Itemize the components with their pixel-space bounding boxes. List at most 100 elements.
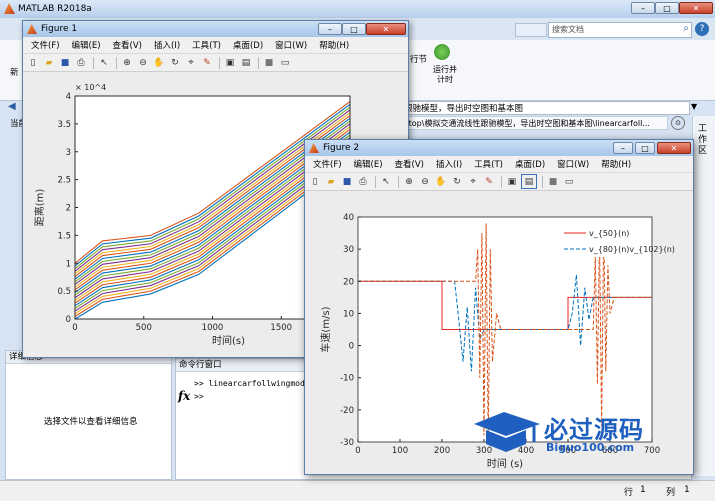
- pan-icon[interactable]: ✋: [434, 175, 448, 188]
- fx-icon[interactable]: fx: [178, 389, 190, 403]
- toolbar-separator: [93, 56, 94, 69]
- data-cursor-icon[interactable]: ⌖: [466, 175, 480, 188]
- figure2-close-button[interactable]: ✕: [657, 142, 691, 154]
- run-and-time-icon[interactable]: [434, 44, 450, 60]
- show-plot-tools-icon[interactable]: ▭: [562, 175, 576, 188]
- figure2-menu-view[interactable]: 查看(V): [389, 158, 430, 170]
- show-plot-tools-icon[interactable]: ▭: [278, 56, 292, 69]
- toolbar-separator: [219, 56, 220, 69]
- ribbon-new-label[interactable]: 新: [10, 66, 19, 78]
- graduation-cap-icon: [474, 412, 540, 452]
- matlab-title: MATLAB R2018a: [18, 4, 92, 14]
- maximize-button[interactable]: □: [655, 2, 679, 14]
- watermark-sub-text: Biguo100.com: [546, 441, 635, 454]
- figure1-menu-window[interactable]: 窗口(W): [269, 39, 313, 51]
- toolbar-separator: [398, 175, 399, 188]
- brush-icon[interactable]: ✎: [200, 56, 214, 69]
- figure1-menu-tools[interactable]: 工具(T): [186, 39, 227, 51]
- zoom-out-icon[interactable]: ⊖: [136, 56, 150, 69]
- help-icon[interactable]: ?: [695, 22, 709, 36]
- x-tick-label: 0: [355, 446, 360, 456]
- y-tick-label: 3: [66, 148, 71, 158]
- figure1-menu-view[interactable]: 查看(V): [107, 39, 148, 51]
- save-icon[interactable]: ■: [340, 175, 354, 188]
- figure1-menu-insert[interactable]: 插入(I): [148, 39, 186, 51]
- figure2-menubar: 文件(F) 编辑(E) 查看(V) 插入(I) 工具(T) 桌面(D) 窗口(W…: [305, 156, 693, 173]
- close-button[interactable]: ✕: [679, 2, 713, 14]
- quick-access-buttons[interactable]: [515, 23, 547, 37]
- y-tick-label: 4: [66, 92, 71, 102]
- run-and-time-button[interactable]: 运行并 计时: [428, 65, 462, 85]
- figure1-minimize-button[interactable]: –: [318, 23, 342, 35]
- zoom-out-icon[interactable]: ⊖: [418, 175, 432, 188]
- open-icon[interactable]: ▰: [324, 175, 338, 188]
- toolbar-separator: [501, 175, 502, 188]
- figure2-title-bar[interactable]: Figure 2 – □ ✕: [305, 140, 693, 156]
- y-tick-label: 40: [343, 213, 354, 223]
- workspace-side-panel[interactable]: 工作区: [692, 116, 715, 476]
- figure1-menu-edit[interactable]: 编辑(E): [66, 39, 107, 51]
- y-tick-label: 2: [66, 204, 71, 214]
- save-icon[interactable]: ■: [58, 56, 72, 69]
- address-dropdown-icon[interactable]: ▼: [691, 102, 697, 111]
- watermark: 必过源码 Biguo100.com: [470, 408, 670, 460]
- new-figure-icon[interactable]: ▯: [26, 56, 40, 69]
- search-box[interactable]: 搜索文档 ⌕: [548, 22, 692, 38]
- figure2-menu-file[interactable]: 文件(F): [307, 158, 348, 170]
- figure1-menu-file[interactable]: 文件(F): [25, 39, 66, 51]
- legend-label-1: v_{80}(n)v_{102}(n): [589, 245, 675, 254]
- zoom-in-icon[interactable]: ⊕: [402, 175, 416, 188]
- path-bar[interactable]: ktop\模拟交通流线性跟驰模型，导出时空图和基本图\linearcarfoll…: [400, 116, 668, 130]
- rotate-icon[interactable]: ↻: [450, 175, 464, 188]
- figure1-menu-help[interactable]: 帮助(H): [313, 39, 355, 51]
- command-prompt[interactable]: >>: [194, 392, 204, 401]
- brush-icon[interactable]: ✎: [482, 175, 496, 188]
- figure1-maximize-button[interactable]: □: [342, 23, 366, 35]
- nav-back-icon[interactable]: ◀: [8, 101, 16, 112]
- figure2-menu-tools[interactable]: 工具(T): [468, 158, 509, 170]
- address-bar-text: 跟驰模型，导出时空图和基本图: [404, 104, 524, 114]
- open-icon[interactable]: ▰: [42, 56, 56, 69]
- insert-colorbar-icon[interactable]: ▤: [521, 174, 537, 189]
- matlab-title-bar: MATLAB R2018a: [0, 0, 715, 18]
- edit-plot-icon[interactable]: ↖: [97, 56, 111, 69]
- minimize-button[interactable]: –: [631, 2, 655, 14]
- toolbar-separator: [258, 56, 259, 69]
- print-icon[interactable]: ⎙: [74, 56, 88, 69]
- figure2-menu-insert[interactable]: 插入(I): [430, 158, 468, 170]
- search-input[interactable]: 搜索文档: [552, 24, 584, 35]
- figure2-menu-help[interactable]: 帮助(H): [595, 158, 637, 170]
- x-axis-label: 时间(s): [212, 334, 245, 347]
- rotate-icon[interactable]: ↻: [168, 56, 182, 69]
- figure2-menu-edit[interactable]: 编辑(E): [348, 158, 389, 170]
- figure2-menu-window[interactable]: 窗口(W): [551, 158, 595, 170]
- workspace-side-label[interactable]: 工作区: [698, 124, 708, 157]
- data-cursor-icon[interactable]: ⌖: [184, 56, 198, 69]
- figure2-minimize-button[interactable]: –: [613, 142, 633, 154]
- link-plot-icon[interactable]: ▣: [223, 56, 237, 69]
- toolbar-separator: [542, 175, 543, 188]
- status-col-value: 1: [684, 485, 690, 495]
- figure2-maximize-button[interactable]: □: [635, 142, 655, 154]
- edit-plot-icon[interactable]: ↖: [379, 175, 393, 188]
- y-tick-label: 1: [66, 259, 71, 269]
- path-bar-text: ktop\模拟交通流线性跟驰模型，导出时空图和基本图\linearcarfoll…: [404, 119, 650, 128]
- figure1-title-bar[interactable]: Figure 1 – □ ✕: [23, 21, 408, 37]
- print-icon[interactable]: ⎙: [356, 175, 370, 188]
- figure2-menu-desktop[interactable]: 桌面(D): [509, 158, 551, 170]
- path-search-icon[interactable]: ⊙: [671, 116, 685, 130]
- figure1-menu-desktop[interactable]: 桌面(D): [227, 39, 269, 51]
- zoom-in-icon[interactable]: ⊕: [120, 56, 134, 69]
- insert-colorbar-icon[interactable]: ▤: [239, 56, 253, 69]
- search-icon[interactable]: ⌕: [683, 23, 689, 34]
- pan-icon[interactable]: ✋: [152, 56, 166, 69]
- command-history-line: >> linearcarfollwingmod: [194, 379, 305, 388]
- link-plot-icon[interactable]: ▣: [505, 175, 519, 188]
- hide-plot-tools-icon[interactable]: ■: [262, 56, 276, 69]
- toolbar-separator: [116, 56, 117, 69]
- new-figure-icon[interactable]: ▯: [308, 175, 322, 188]
- address-bar[interactable]: 跟驰模型，导出时空图和基本图: [400, 101, 690, 115]
- y-axis-label: 距离(m): [33, 189, 46, 227]
- figure1-close-button[interactable]: ✕: [366, 23, 406, 35]
- hide-plot-tools-icon[interactable]: ■: [546, 175, 560, 188]
